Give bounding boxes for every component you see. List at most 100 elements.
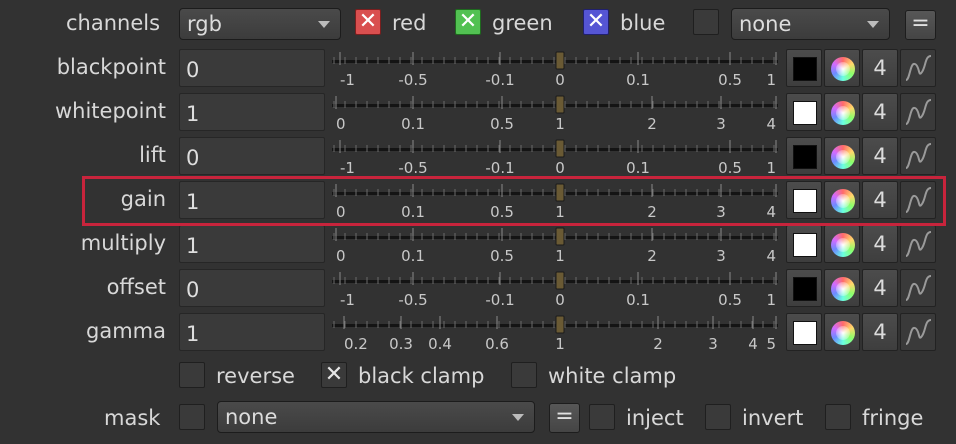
reverse-checkbox[interactable]	[179, 362, 205, 388]
row-lift-channel-count-button[interactable]: 4	[862, 137, 898, 175]
row-blackpoint-curve-button[interactable]	[900, 49, 936, 87]
alpha-checkbox[interactable]	[693, 9, 719, 35]
mask-link-button[interactable]: =	[549, 403, 580, 433]
row-whitepoint-channel-count-button[interactable]: 4	[862, 93, 898, 131]
slider-handle[interactable]	[555, 227, 565, 246]
row-whitepoint-label: whitepoint	[54, 99, 166, 123]
curve-icon	[905, 319, 932, 345]
slider-tick-label: 1	[555, 335, 565, 353]
slider-tick-label: 0.4	[428, 335, 452, 353]
mask-dropdown[interactable]: none	[217, 401, 535, 433]
slider-tick-label: 0.1	[626, 159, 650, 177]
slider-tick-label: 0.5	[718, 71, 742, 89]
slider-tick-label: 0	[336, 115, 346, 133]
row-lift-color-swatch-button[interactable]	[786, 137, 822, 175]
slider-handle[interactable]	[555, 95, 565, 114]
channels-dropdown[interactable]: rgb	[179, 8, 341, 40]
row-blackpoint-channel-count-button[interactable]: 4	[862, 49, 898, 87]
slider-tick-label: -0.1	[485, 291, 514, 309]
blue-label: blue	[620, 11, 666, 35]
curve-icon	[905, 99, 932, 125]
green-label: green	[492, 11, 553, 35]
row-blackpoint-value-field[interactable]: 0	[179, 49, 325, 87]
white-clamp-label: white clamp	[548, 364, 677, 388]
row-offset-value-field[interactable]: 0	[179, 269, 325, 307]
row-lift-slider[interactable]: -1 -0.5 -0.1 0 0.1 0.5 1	[330, 137, 782, 179]
slider-handle[interactable]	[555, 315, 565, 334]
row-gamma-value-field[interactable]: 1	[179, 313, 325, 351]
inject-checkbox[interactable]	[589, 404, 615, 430]
row-multiply-color-swatch-button[interactable]	[786, 225, 822, 263]
row-offset-slider[interactable]: -1 -0.5 -0.1 0 0.1 0.5 1	[330, 269, 782, 311]
slider-tick-label: 3	[708, 335, 718, 353]
slider-track	[332, 280, 778, 283]
slider-tick-label: 0.5	[718, 291, 742, 309]
color-swatch	[793, 101, 817, 125]
slider-handle[interactable]	[555, 139, 565, 158]
slider-track	[332, 236, 778, 239]
slider-handle[interactable]	[555, 271, 565, 290]
row-gamma-channel-count-button[interactable]: 4	[862, 313, 898, 351]
row-gamma-color-wheel-button[interactable]	[824, 313, 860, 351]
white-clamp-checkbox[interactable]	[511, 362, 537, 388]
invert-checkbox[interactable]	[705, 404, 731, 430]
row-offset-color-wheel-button[interactable]	[824, 269, 860, 307]
row-offset-channel-count-button[interactable]: 4	[862, 269, 898, 307]
check-x-icon: ✕	[458, 9, 478, 34]
row-multiply-color-wheel-button[interactable]	[824, 225, 860, 263]
slider-tick-label: 0	[555, 71, 565, 89]
row-whitepoint-color-swatch-button[interactable]	[786, 93, 822, 131]
slider-tick-label: 5	[766, 335, 776, 353]
slider-tick-label: 0.6	[485, 335, 509, 353]
row-multiply-value-field[interactable]: 1	[179, 225, 325, 263]
row-multiply-channel-count-button[interactable]: 4	[862, 225, 898, 263]
color-wheel-icon	[831, 233, 855, 257]
row-lift-value-field[interactable]: 0	[179, 137, 325, 175]
row-lift-color-wheel-button[interactable]	[824, 137, 860, 175]
curve-icon	[905, 275, 932, 301]
check-x-icon: ✕	[358, 9, 378, 34]
fringe-checkbox[interactable]	[825, 404, 851, 430]
slider-tick-label: 2	[647, 247, 657, 265]
fringe-label: fringe	[862, 406, 924, 430]
row-blackpoint-color-wheel-button[interactable]	[824, 49, 860, 87]
channels-link-button[interactable]: =	[905, 10, 936, 40]
row-gamma-curve-button[interactable]	[900, 313, 936, 351]
slider-tick-label: 1	[766, 159, 776, 177]
red-checkbox[interactable]: ✕	[355, 9, 381, 35]
row-gamma-color-swatch-button[interactable]	[786, 313, 822, 351]
row-lift-curve-button[interactable]	[900, 137, 936, 175]
row-multiply-slider[interactable]: 0 0.1 0.5 1 2 3 4	[330, 225, 782, 267]
row-whitepoint-curve-button[interactable]	[900, 93, 936, 131]
extra-channel-dropdown[interactable]: none	[731, 8, 890, 40]
slider-tick-label: -0.5	[398, 159, 427, 177]
row-blackpoint-color-swatch-button[interactable]	[786, 49, 822, 87]
slider-tick-label: 1	[555, 247, 565, 265]
color-swatch	[793, 57, 817, 81]
row-offset-color-swatch-button[interactable]	[786, 269, 822, 307]
row-multiply-label: multiply	[80, 231, 166, 255]
row-whitepoint-slider[interactable]: 0 0.1 0.5 1 2 3 4	[330, 93, 782, 135]
mask-checkbox[interactable]	[179, 404, 205, 430]
black-clamp-checkbox[interactable]: ✕	[321, 362, 347, 388]
row-whitepoint-value-field[interactable]: 1	[179, 93, 325, 131]
row-multiply-curve-button[interactable]	[900, 225, 936, 263]
check-x-icon: ✕	[324, 362, 344, 387]
mask-value: none	[225, 405, 278, 429]
row-whitepoint-color-wheel-button[interactable]	[824, 93, 860, 131]
slider-handle[interactable]	[555, 51, 565, 70]
row-offset-curve-button[interactable]	[900, 269, 936, 307]
chevron-down-icon	[318, 21, 330, 28]
green-checkbox[interactable]: ✕	[455, 9, 481, 35]
blue-checkbox[interactable]: ✕	[583, 9, 609, 35]
slider-tick-label: -0.1	[485, 159, 514, 177]
color-wheel-icon	[831, 57, 855, 81]
row-gamma-label: gamma	[86, 319, 166, 343]
slider-tick-label: 0	[336, 247, 346, 265]
mask-label: mask	[104, 406, 161, 430]
black-clamp-label: black clamp	[358, 364, 485, 388]
row-blackpoint-slider[interactable]: -1 -0.5 -0.1 0 0.1 0.5 1	[330, 49, 782, 91]
reverse-label: reverse	[216, 364, 295, 388]
row-gamma-slider[interactable]: 0.2 0.3 0.4 0.6 1 2 3 4 5	[330, 313, 782, 355]
selection-highlight	[82, 176, 946, 226]
